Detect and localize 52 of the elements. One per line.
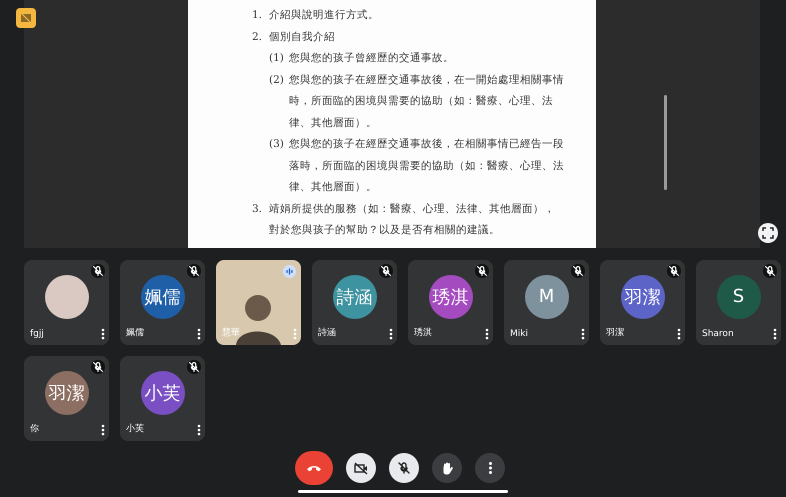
- more-options-icon[interactable]: [677, 328, 681, 340]
- participant-name: 小芙: [126, 422, 144, 435]
- more-options-icon[interactable]: [773, 328, 777, 340]
- more-options-icon[interactable]: [485, 328, 489, 340]
- screen-share-off-icon: [16, 8, 36, 28]
- list-number: 2.: [252, 30, 264, 44]
- participant-name: Sharon: [702, 329, 734, 339]
- participant-name: 慧華: [222, 326, 240, 339]
- list-text: 您與您的孩子在經歷交通事故後，在一開始處理相關事情時，所面臨的困境與需要的協助（如：醫療、心理、法律、其他層面）。: [289, 72, 565, 130]
- more-options-button[interactable]: [475, 453, 505, 483]
- camera-off-icon: [353, 460, 369, 476]
- more-options-icon[interactable]: [197, 328, 201, 340]
- list-text: 個別自我介紹: [269, 30, 336, 44]
- list-number: (2): [269, 72, 285, 88]
- more-options-icon[interactable]: [581, 328, 585, 340]
- avatar-initials: 姵儒: [140, 274, 184, 319]
- list-number: (3): [269, 137, 285, 152]
- list-text: 您與您的孩子曾經歷的交通事故。: [289, 51, 455, 66]
- fullscreen-button[interactable]: [758, 223, 778, 243]
- more-options-icon: [488, 462, 492, 474]
- avatar-initials: 小芙: [140, 370, 184, 415]
- more-options-icon[interactable]: [101, 328, 105, 340]
- more-options-icon[interactable]: [101, 424, 105, 436]
- avatar-initials: 羽潔: [44, 370, 88, 415]
- more-options-icon[interactable]: [389, 328, 393, 340]
- participant-name: 羽潔: [606, 326, 624, 339]
- participant-name: Miki: [510, 329, 528, 339]
- participant-name: 詩涵: [318, 326, 336, 339]
- mic-toggle-button[interactable]: [389, 453, 419, 483]
- avatar-initials: M: [524, 274, 568, 319]
- participant-name: 姵儒: [126, 327, 144, 339]
- avatar-photo-placeholder: [44, 274, 88, 319]
- raise-hand-button[interactable]: [432, 453, 462, 483]
- phone-icon: [307, 464, 321, 472]
- scrollbar[interactable]: [664, 95, 667, 190]
- list-number: (1): [269, 51, 285, 66]
- avatar-initials: S: [716, 274, 760, 319]
- avatar-initials: 琇淇: [428, 274, 472, 319]
- list-text: 靖娟所提供的服務（如：醫療、心理、法律、其他層面），對於您與孩子的幫助？以及是否有相關的建議。: [269, 202, 556, 238]
- more-options-icon[interactable]: [197, 424, 201, 436]
- list-number: 1.: [252, 8, 264, 23]
- avatar-initials: 詩涵: [332, 274, 376, 319]
- camera-toggle-button[interactable]: [346, 453, 376, 483]
- participant-name: 琇淇: [414, 326, 432, 339]
- list-text: 您與您的孩子在經歷交通事故後，在相關事情已經告一段落時，所面臨的困境與需要的協助（如：醫療、心理、法律、其他層面）。: [289, 137, 565, 195]
- participant-name: fgjj: [30, 329, 44, 339]
- list-number: 3.: [252, 202, 264, 216]
- mic-off-icon: [396, 460, 412, 476]
- list-text: 介紹與說明進行方式。: [269, 8, 380, 23]
- avatar-initials: 羽潔: [620, 274, 664, 319]
- end-call-button[interactable]: [295, 451, 333, 485]
- participant-name: 你: [30, 423, 39, 435]
